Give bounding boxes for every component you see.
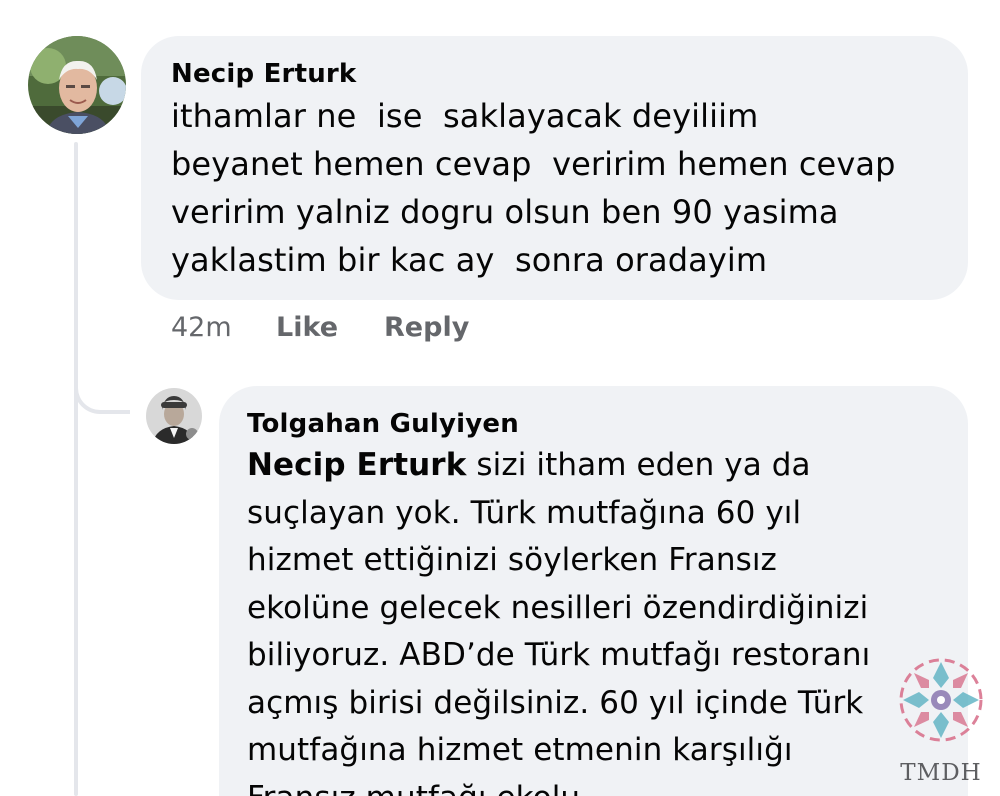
reply-button[interactable]: Reply [384,312,469,343]
like-button[interactable]: Like [276,312,338,343]
avatar[interactable] [146,388,202,444]
comment-text: ithamlar ne ise saklayacak deyiliim beya… [171,97,896,279]
avatar[interactable] [28,36,126,134]
comment-text-content: sizi itham eden ya da suçlayan yok. Türk… [247,447,871,796]
comment-author[interactable]: Tolgahan Gulyiyen [247,406,940,442]
avatar-photo [28,36,126,134]
comment-timestamp[interactable]: 42m [171,312,276,343]
comment-thread: Necip Erturk ithamlar ne ise saklayacak … [0,0,1000,796]
thread-reply-connector [74,340,130,414]
comment-bubble: Necip Erturk ithamlar ne ise saklayacak … [141,36,968,300]
mention-link[interactable]: Necip Erturk [247,447,466,483]
avatar-photo [146,388,202,444]
reply-bubble: Tolgahan Gulyiyen Necip Erturk sizi itha… [219,386,968,796]
mandala-logo-icon [899,658,983,742]
watermark-text: TMDH [900,760,982,786]
comment-author[interactable]: Necip Erturk [171,56,938,92]
comment-text: Necip Erturk sizi itham eden ya da suçla… [247,442,940,796]
comment-actions: 42m Like Reply [171,312,515,343]
thread-line [74,142,78,796]
watermark: TMDH [893,650,989,790]
